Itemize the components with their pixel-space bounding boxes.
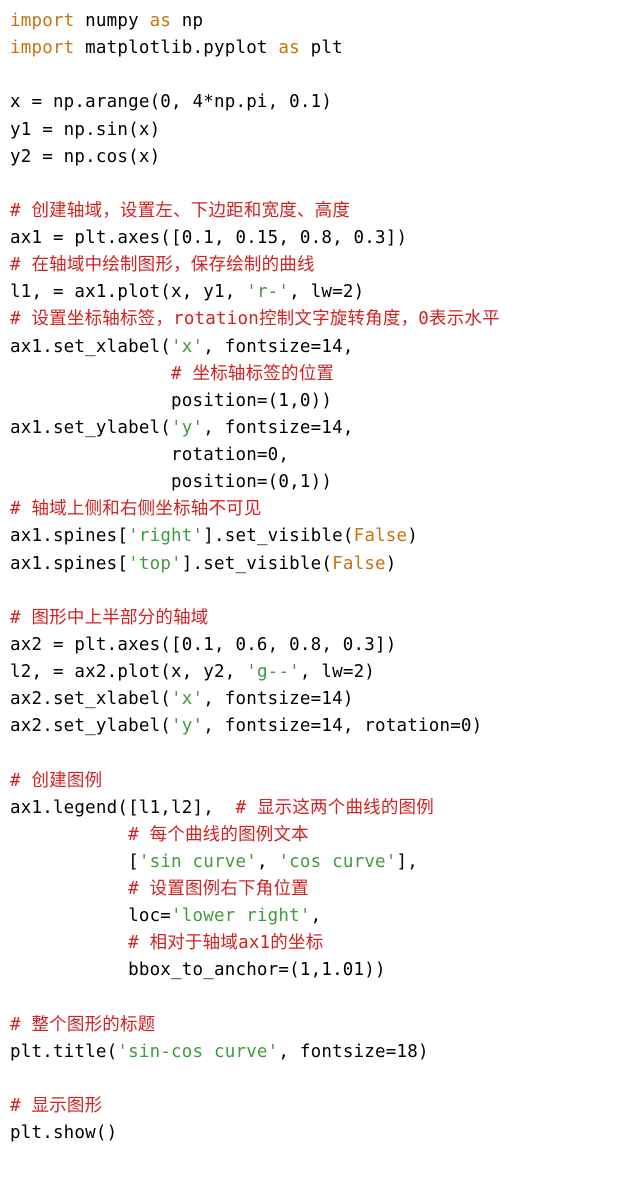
code-line: ax2 = plt.axes([0.1, 0.6, 0.8, 0.3]): [10, 635, 397, 655]
kw-import: import: [10, 11, 74, 31]
code-line: l1, = ax1.plot(x, y1,: [10, 282, 246, 302]
code-line: ax1.set_xlabel(: [10, 337, 171, 357]
comment: # 图形中上半部分的轴域: [10, 608, 208, 628]
string: 'y': [171, 418, 203, 438]
code-line: position=(0,1)): [10, 472, 332, 492]
code-line: ax1.set_ylabel(: [10, 418, 171, 438]
comment: ax1: [238, 933, 270, 953]
kw-as: as: [150, 11, 171, 31]
code-tail: ,: [257, 852, 278, 872]
string: 'r-': [246, 282, 289, 302]
code-line: ax2.set_xlabel(: [10, 689, 171, 709]
string: 'x': [171, 337, 203, 357]
code-tail: , fontsize=14, rotation=0): [203, 716, 482, 736]
string: 'right': [128, 526, 203, 546]
code-tail: , fontsize=14,: [203, 337, 353, 357]
comment: # 坐标轴标签的位置: [10, 364, 334, 384]
string: 'sin curve': [139, 852, 257, 872]
code-line: ax1.spines[: [10, 554, 128, 574]
code-line: rotation=0,: [10, 445, 289, 465]
code-line: y1 = np.sin(x): [10, 120, 160, 140]
code-tail: , fontsize=14): [203, 689, 353, 709]
comment: # 相对于轴域: [10, 933, 238, 953]
string: 'y': [171, 716, 203, 736]
code-line: [: [10, 852, 139, 872]
comment: # 每个曲线的图例文本: [10, 825, 309, 845]
code-line: ax1 = plt.axes([0.1, 0.15, 0.8, 0.3]): [10, 228, 407, 248]
comment: # 显示这两个曲线的图例: [235, 798, 433, 818]
kw-as: as: [278, 38, 299, 58]
comment: 表示水平: [429, 309, 500, 329]
code-tail: , lw=2): [289, 282, 364, 302]
code-line: y2 = np.cos(x): [10, 147, 160, 167]
comment: # 显示图形: [10, 1096, 102, 1116]
mod-pyplot: matplotlib.pyplot: [74, 38, 278, 58]
alias-plt: plt: [300, 38, 343, 58]
code-tail: ].set_visible(: [203, 526, 353, 546]
comment: rotation: [173, 309, 259, 329]
string: 'x': [171, 689, 203, 709]
comment: # 创建轴域，设置左、下边距和宽度、高度: [10, 201, 350, 221]
code-tail: ].set_visible(: [182, 554, 332, 574]
string: 'lower right': [171, 906, 311, 926]
code-line: loc=: [10, 906, 171, 926]
string: 'g--': [246, 662, 300, 682]
code-line: ax2.set_ylabel(: [10, 716, 171, 736]
code-tail: ): [386, 554, 397, 574]
string: 'top': [128, 554, 182, 574]
code-tail: , fontsize=18): [278, 1042, 428, 1062]
code-line: bbox_to_anchor=(1,1.01)): [10, 960, 386, 980]
code-line: ax1.legend([l1,l2],: [10, 798, 235, 818]
code-line: ax1.spines[: [10, 526, 128, 546]
string: 'sin-cos curve': [117, 1042, 278, 1062]
code-tail: ,: [311, 906, 322, 926]
code-tail: , fontsize=14,: [203, 418, 353, 438]
code-tail: ): [407, 526, 418, 546]
bool-false: False: [332, 554, 386, 574]
alias-np: np: [171, 11, 203, 31]
comment: # 设置图例右下角位置: [10, 879, 309, 899]
comment: # 轴域上侧和右侧坐标轴不可见: [10, 499, 262, 519]
code-line: plt.title(: [10, 1042, 117, 1062]
comment: # 在轴域中绘制图形，保存绘制的曲线: [10, 255, 315, 275]
code-tail: ],: [397, 852, 418, 872]
bool-false: False: [354, 526, 408, 546]
code-tail: , lw=2): [300, 662, 375, 682]
code-line: position=(1,0)): [10, 391, 332, 411]
kw-import: import: [10, 38, 74, 58]
comment: # 整个图形的标题: [10, 1015, 155, 1035]
comment: 的坐标: [270, 933, 323, 953]
comment: # 创建图例: [10, 771, 102, 791]
comment: 0: [418, 309, 429, 329]
code-line: plt.show(): [10, 1123, 117, 1143]
code-line: x = np.arange(0, 4*np.pi, 0.1): [10, 92, 332, 112]
string: 'cos curve': [278, 852, 396, 872]
comment: 控制文字旋转角度，: [259, 309, 418, 329]
mod-numpy: numpy: [74, 11, 149, 31]
comment: # 设置坐标轴标签，: [10, 309, 173, 329]
code-block: import numpy as np import matplotlib.pyp…: [10, 8, 630, 1147]
code-line: l2, = ax2.plot(x, y2,: [10, 662, 246, 682]
